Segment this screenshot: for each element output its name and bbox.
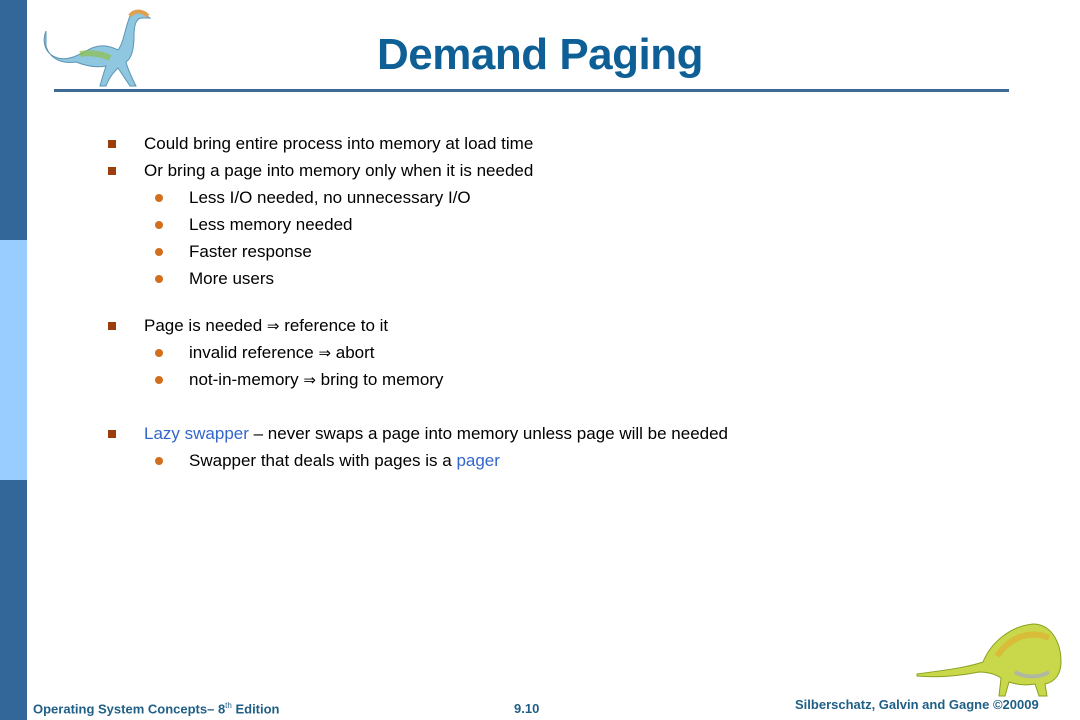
sub-bullet-text: invalid reference ⇒ abort <box>189 343 375 363</box>
sub-text-pre: invalid reference <box>189 343 319 362</box>
bullet-square-icon <box>108 140 116 148</box>
implies-arrow-icon: ⇒ <box>303 371 316 389</box>
implies-arrow-icon: ⇒ <box>318 344 332 362</box>
bullet-dot-icon <box>155 275 163 283</box>
footer-book-text: Operating System Concepts– 8 <box>33 701 226 717</box>
footer-book-tail: Edition <box>231 701 280 717</box>
bullet-text-post: – never swaps a page into memory unless … <box>248 424 729 443</box>
bullet-square-icon <box>108 322 116 330</box>
bullet-dot-icon <box>155 376 163 384</box>
bullet-text: Page is needed ⇒ reference to it <box>144 316 388 336</box>
bullet-text: Could bring entire process into memory a… <box>144 134 534 153</box>
dinosaur-icon <box>43 9 152 87</box>
sidebar-band-top <box>0 0 27 240</box>
bullet-dot-icon <box>155 248 163 256</box>
sub-text-post: abort <box>331 343 375 362</box>
sidebar-band-middle <box>0 240 27 480</box>
bullet-text-pre: Page is needed <box>144 316 267 335</box>
sub-text-pre: not-in-memory <box>189 370 304 389</box>
bullet-square-icon <box>108 430 116 438</box>
bullet-text-post: reference to it <box>279 316 389 335</box>
bullet-dot-icon <box>155 457 163 465</box>
bullet-text: Lazy swapper – never swaps a page into m… <box>144 424 728 444</box>
footer-book-title: Operating System Concepts– 8th Edition <box>33 701 280 716</box>
dinosaur-icon <box>916 623 1062 697</box>
term-highlight: Lazy swapper <box>144 424 249 443</box>
sidebar-decoration <box>0 0 27 720</box>
sub-bullet-text: More users <box>189 269 275 288</box>
footer-copyright: Silberschatz, Galvin and Gagne ©20009 <box>795 697 1039 712</box>
sub-bullet-text: Faster response <box>189 242 312 261</box>
term-highlight: pager <box>456 451 500 470</box>
sub-bullet-text: not-in-memory ⇒ bring to memory <box>189 370 443 390</box>
page-number: 9.10 <box>514 701 540 716</box>
footer-book-sup: th <box>225 701 232 710</box>
sub-text-post: bring to memory <box>315 370 444 389</box>
title-divider <box>54 89 1009 92</box>
sub-text-pre: Swapper that deals with pages is a <box>189 451 457 470</box>
bullet-dot-icon <box>155 194 163 202</box>
sub-bullet-text: Less memory needed <box>189 215 353 234</box>
bullet-text: Or bring a page into memory only when it… <box>144 161 534 180</box>
slide-title: Demand Paging <box>377 30 704 79</box>
implies-arrow-icon: ⇒ <box>266 317 280 335</box>
bullet-dot-icon <box>155 349 163 357</box>
sub-bullet-text: Swapper that deals with pages is a pager <box>189 451 500 471</box>
bullet-square-icon <box>108 167 116 175</box>
sub-bullet-text: Less I/O needed, no unnecessary I/O <box>189 188 471 207</box>
bullet-dot-icon <box>155 221 163 229</box>
sidebar-band-bottom <box>0 480 27 720</box>
